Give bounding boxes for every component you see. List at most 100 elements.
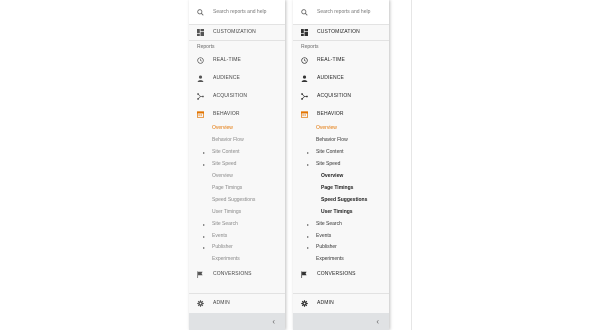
site-content-label: Site Content: [316, 149, 344, 155]
site-content-link[interactable]: ▸ Site Content: [189, 147, 285, 157]
collapse-sidebar-button[interactable]: ‹: [189, 313, 285, 330]
page-timings-label: Page Timings: [212, 185, 243, 191]
reports-section-label: Reports: [197, 44, 215, 50]
experiments-link[interactable]: Experiments: [293, 254, 389, 264]
nav-behavior[interactable]: BEHAVIOR: [189, 107, 285, 121]
nav-admin-label: ADMIN: [213, 300, 230, 306]
nav-admin[interactable]: ADMIN: [189, 296, 285, 310]
events-link[interactable]: ▸ Events: [189, 231, 285, 241]
right-nav-panel: Search reports and help CUSTOMIZATION Re…: [293, 0, 389, 330]
site-search-link[interactable]: ▸ Site Search: [293, 219, 389, 229]
user-timings-link[interactable]: User Timings: [189, 207, 285, 217]
clock-icon: [301, 56, 308, 64]
chevron-left-icon: ‹: [272, 317, 275, 326]
expand-arrow-icon: ▸: [307, 233, 310, 239]
customization-label: CUSTOMIZATION: [317, 29, 360, 35]
expand-arrow-icon: ▸: [307, 221, 310, 227]
speed-suggestions-link[interactable]: Speed Suggestions: [189, 195, 285, 205]
search-input[interactable]: Search reports and help: [213, 9, 266, 15]
behavior-icon: [197, 110, 204, 118]
nav-conversions-label: CONVERSIONS: [213, 271, 252, 277]
nav-behavior-label: BEHAVIOR: [317, 111, 344, 117]
speed-suggestions-link[interactable]: Speed Suggestions: [293, 195, 389, 205]
behavior-overview-link[interactable]: Overview: [189, 123, 285, 133]
flag-icon: [301, 270, 308, 278]
divider: [189, 40, 285, 41]
site-speed-link[interactable]: ▸ Site Speed: [293, 159, 389, 169]
acquisition-icon: [197, 92, 204, 100]
behavior-flow-label: Behavior Flow: [316, 137, 348, 143]
site-speed-link[interactable]: ▸ Site Speed: [189, 159, 285, 169]
clock-icon: [197, 56, 204, 64]
site-speed-overview-link[interactable]: Overview: [189, 171, 285, 181]
nav-realtime-label: REAL-TIME: [317, 57, 346, 63]
behavior-flow-link[interactable]: Behavior Flow: [189, 135, 285, 145]
site-speed-overview-label: Overview: [321, 173, 344, 179]
publisher-link[interactable]: ▸ Publisher: [189, 242, 285, 252]
dashboard-icon: [301, 28, 308, 36]
nav-audience[interactable]: AUDIENCE: [189, 71, 285, 85]
page-timings-link[interactable]: Page Timings: [189, 183, 285, 193]
customization-item[interactable]: CUSTOMIZATION: [293, 25, 389, 39]
site-search-label: Site Search: [212, 221, 238, 227]
site-content-label: Site Content: [212, 149, 240, 155]
nav-behavior-label: BEHAVIOR: [213, 111, 240, 117]
nav-conversions[interactable]: CONVERSIONS: [189, 267, 285, 281]
nav-conversions-label: CONVERSIONS: [317, 271, 356, 277]
nav-admin-label: ADMIN: [317, 300, 334, 306]
experiments-label: Experiments: [212, 256, 240, 262]
publisher-link[interactable]: ▸ Publisher: [293, 242, 389, 252]
customization-item[interactable]: CUSTOMIZATION: [189, 25, 285, 39]
search-row[interactable]: Search reports and help: [189, 0, 285, 25]
collapse-sidebar-button[interactable]: ‹: [293, 313, 389, 330]
page-timings-label: Page Timings: [321, 185, 354, 191]
expand-arrow-icon: ▸: [203, 161, 206, 167]
expand-arrow-icon: ▸: [203, 149, 206, 155]
experiments-link[interactable]: Experiments: [189, 254, 285, 264]
expand-arrow-icon: ▸: [307, 149, 310, 155]
dashboard-icon: [197, 28, 204, 36]
person-icon: [197, 75, 204, 82]
speed-suggestions-label: Speed Suggestions: [321, 197, 368, 203]
flag-icon: [197, 270, 204, 278]
nav-conversions[interactable]: CONVERSIONS: [293, 267, 389, 281]
publisher-label: Publisher: [212, 244, 233, 250]
page-timings-link[interactable]: Page Timings: [293, 183, 389, 193]
nav-realtime-label: REAL-TIME: [213, 57, 242, 63]
nav-acquisition-label: ACQUISITION: [213, 93, 248, 99]
speed-suggestions-label: Speed Suggestions: [212, 197, 256, 203]
publisher-label: Publisher: [316, 244, 337, 250]
search-row[interactable]: Search reports and help: [293, 0, 389, 25]
left-nav-panel: Search reports and help CUSTOMIZATION Re…: [189, 0, 285, 330]
site-content-link[interactable]: ▸ Site Content: [293, 147, 389, 157]
nav-audience-label: AUDIENCE: [213, 75, 241, 81]
divider: [293, 40, 389, 41]
events-link[interactable]: ▸ Events: [293, 231, 389, 241]
nav-behavior[interactable]: BEHAVIOR: [293, 107, 389, 121]
site-speed-overview-label: Overview: [212, 173, 233, 179]
behavior-flow-link[interactable]: Behavior Flow: [293, 135, 389, 145]
search-icon: [301, 8, 308, 16]
customization-label: CUSTOMIZATION: [213, 29, 256, 35]
acquisition-icon: [301, 92, 308, 100]
search-input[interactable]: Search reports and help: [317, 9, 370, 15]
expand-arrow-icon: ▸: [203, 244, 206, 250]
behavior-overview-link[interactable]: Overview: [293, 123, 389, 133]
nav-realtime[interactable]: REAL-TIME: [293, 53, 389, 67]
nav-acquisition[interactable]: ACQUISITION: [189, 89, 285, 103]
site-search-link[interactable]: ▸ Site Search: [189, 219, 285, 229]
user-timings-label: User Timings: [321, 209, 353, 215]
content-divider: [411, 0, 412, 330]
behavior-flow-label: Behavior Flow: [212, 137, 244, 143]
experiments-label: Experiments: [316, 256, 344, 262]
gear-icon: [301, 299, 308, 307]
expand-arrow-icon: ▸: [307, 161, 310, 167]
nav-audience[interactable]: AUDIENCE: [293, 71, 389, 85]
gear-icon: [197, 299, 204, 307]
site-speed-overview-link[interactable]: Overview: [293, 171, 389, 181]
nav-acquisition[interactable]: ACQUISITION: [293, 89, 389, 103]
user-timings-link[interactable]: User Timings: [293, 207, 389, 217]
nav-admin[interactable]: ADMIN: [293, 296, 389, 310]
nav-realtime[interactable]: REAL-TIME: [189, 53, 285, 67]
person-icon: [301, 75, 308, 82]
